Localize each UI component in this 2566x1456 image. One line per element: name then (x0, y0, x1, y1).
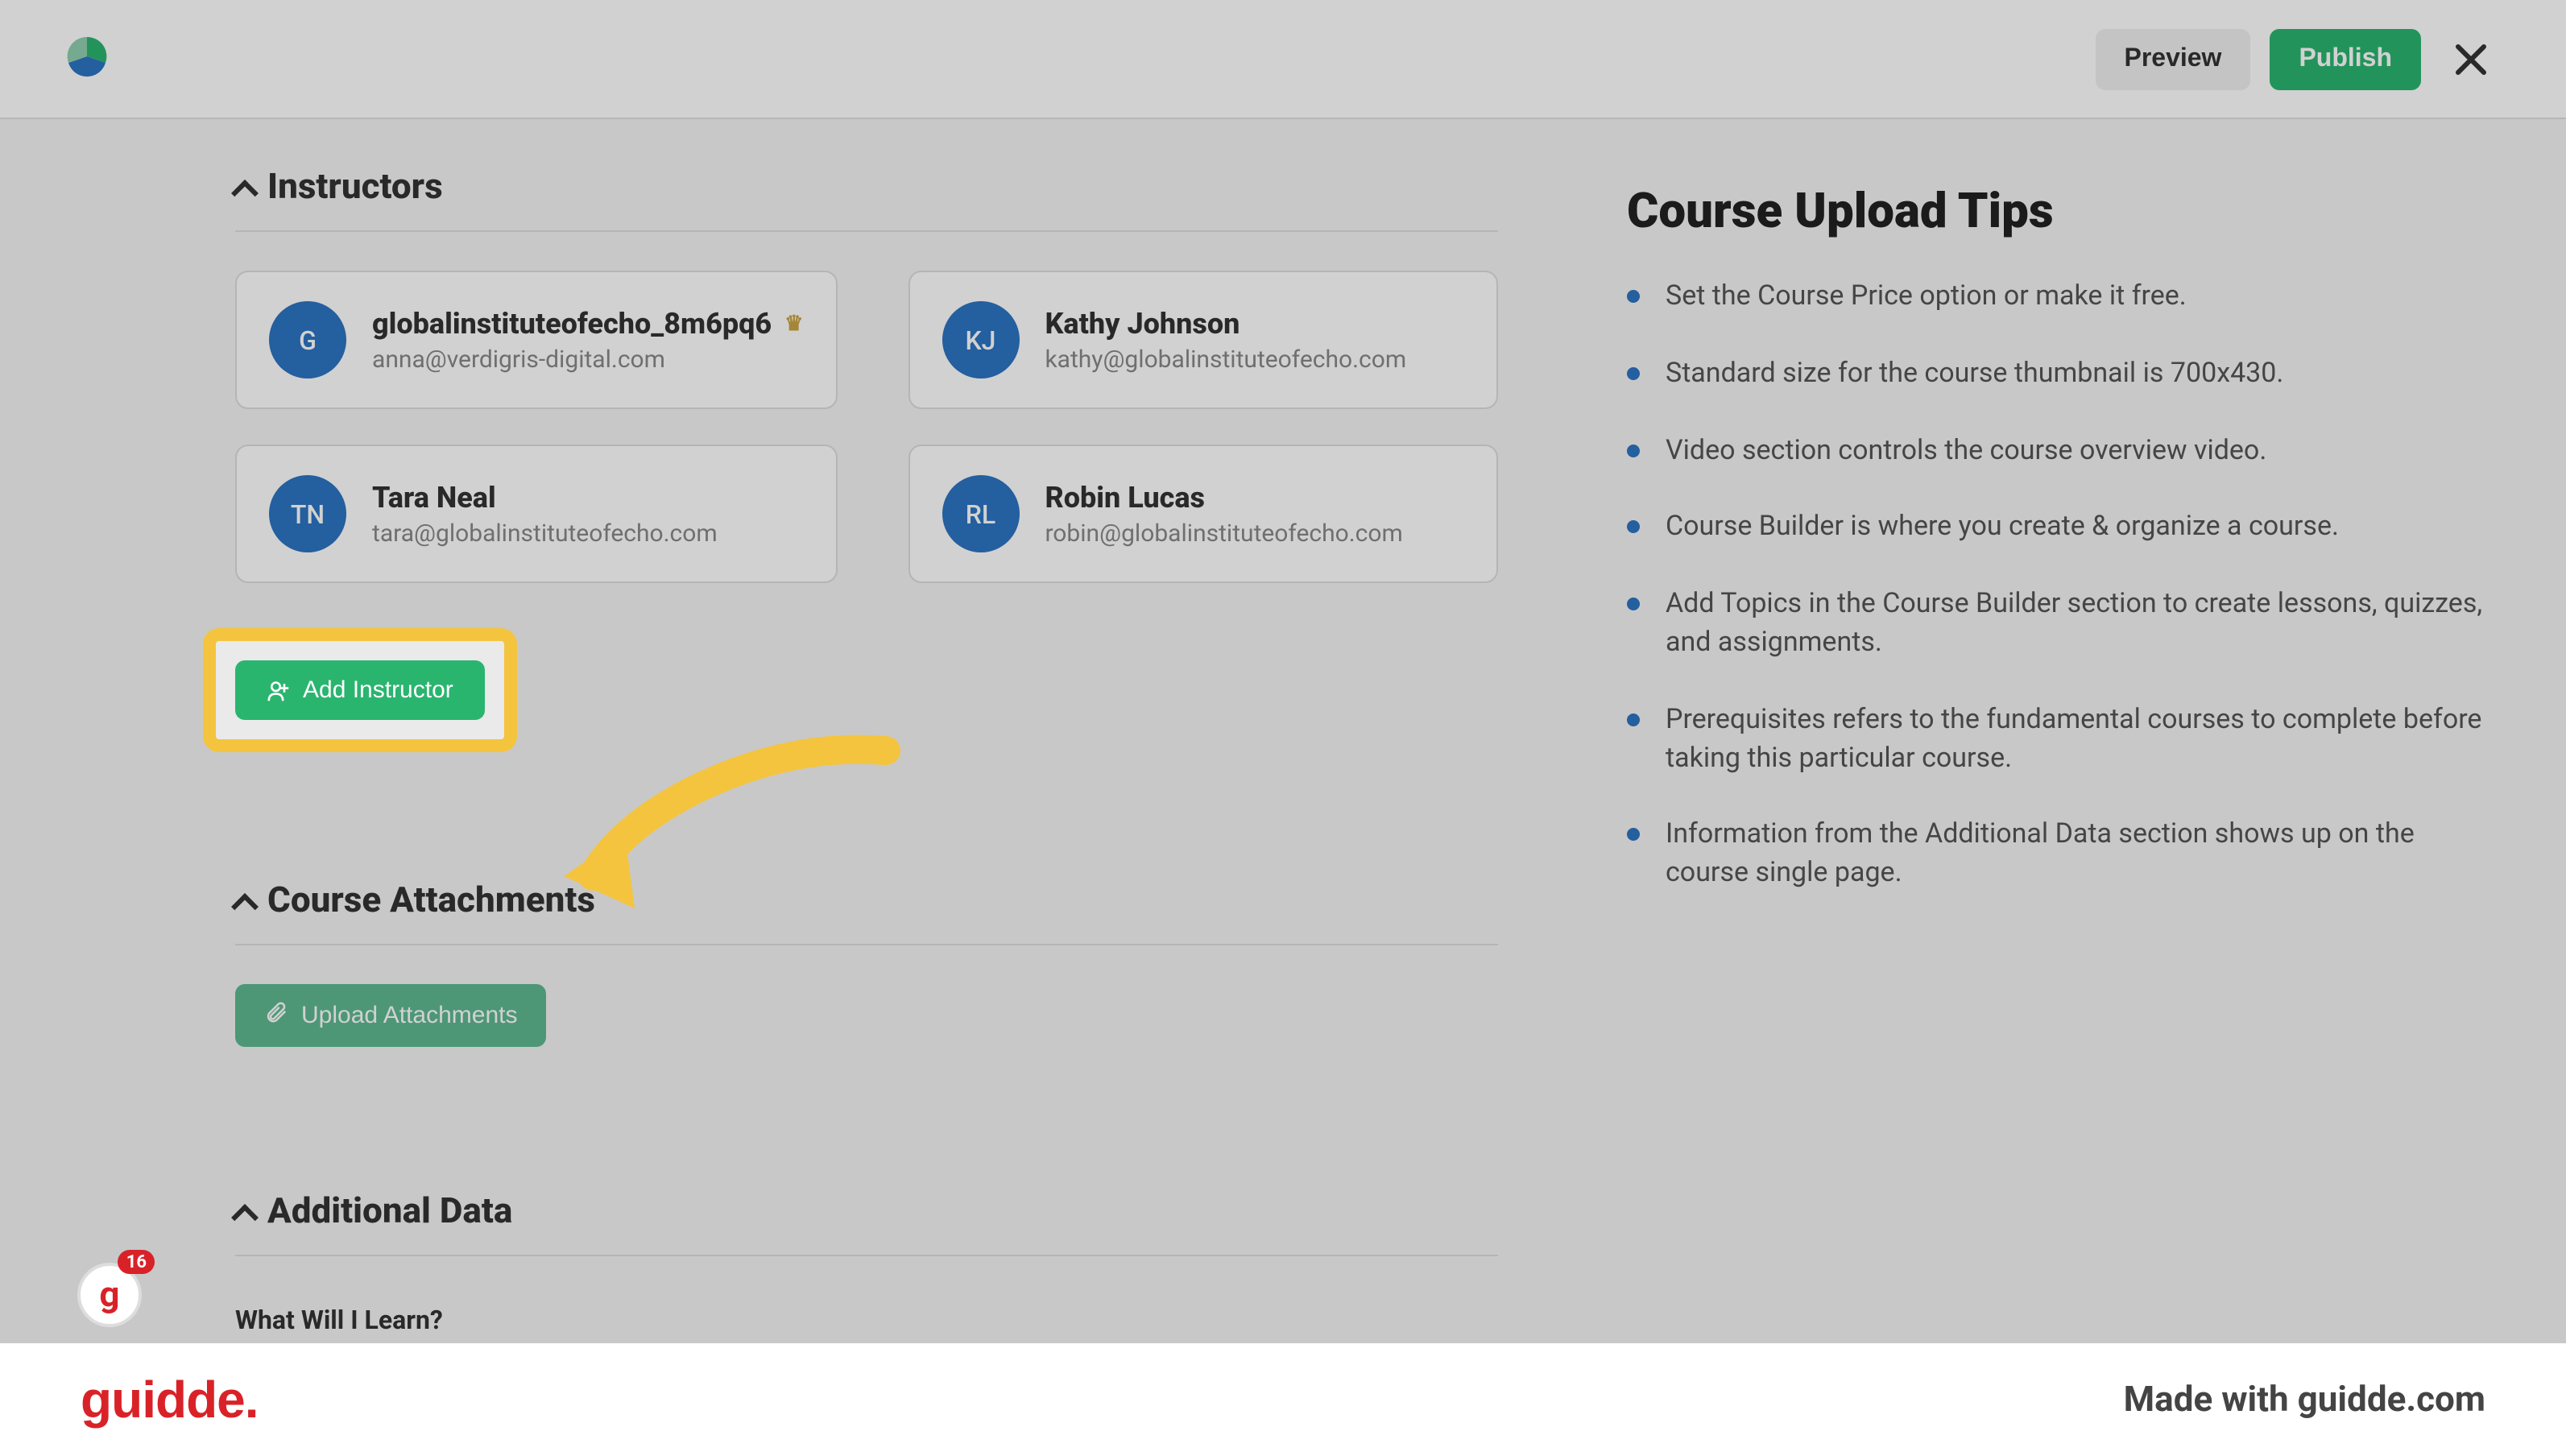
attachments-section-toggle[interactable]: Course Attachments (235, 881, 1498, 921)
add-user-icon (267, 679, 290, 701)
what-learn-label: What Will I Learn? (235, 1305, 1498, 1335)
tips-item: Standard size for the course thumbnail i… (1627, 356, 2502, 395)
instructor-name: Kathy Johnson (1045, 307, 1464, 341)
chevron-up-icon (231, 892, 259, 920)
instructor-card[interactable]: KJ Kathy Johnson kathy@globalinstituteof… (908, 271, 1498, 409)
instructors-section-toggle[interactable]: Instructors (235, 168, 1498, 208)
guidde-logo: guidde. (81, 1370, 259, 1429)
tips-title: Course Upload Tips (1627, 184, 2502, 240)
instructor-name: globalinstituteofecho_8m6pq6 ♛ (372, 307, 803, 341)
tips-item: Prerequisites refers to the fundamental … (1627, 702, 2502, 779)
divider (235, 944, 1498, 945)
preview-button[interactable]: Preview (2095, 28, 2250, 89)
divider (235, 1255, 1498, 1256)
badge-count: 16 (118, 1250, 155, 1274)
instructor-name: Tara Neal (372, 481, 803, 515)
tips-item: Video section controls the course overvi… (1627, 432, 2502, 471)
tips-item: Information from the Additional Data sec… (1627, 817, 2502, 894)
add-instructor-button[interactable]: Add Instructor (235, 660, 486, 720)
tips-item: Course Builder is where you create & org… (1627, 510, 2502, 548)
instructor-email: kathy@globalinstituteofecho.com (1045, 344, 1464, 373)
avatar: TN (269, 475, 346, 552)
tips-list: Set the Course Price option or make it f… (1627, 279, 2502, 894)
highlighted-callout: Add Instructor (203, 628, 518, 752)
paperclip-icon (264, 1000, 288, 1031)
main-area: Instructors G globalinstituteofecho_8m6p… (0, 119, 2566, 1453)
avatar: KJ (942, 301, 1019, 378)
instructor-card[interactable]: TN Tara Neal tara@globalinstituteofecho.… (235, 445, 837, 583)
close-icon (2453, 41, 2489, 77)
upload-attachments-button[interactable]: Upload Attachments (235, 984, 547, 1047)
made-with-text: Made with guidde.com (2124, 1379, 2485, 1420)
close-button[interactable] (2440, 33, 2502, 85)
header-bar: Preview Publish (0, 0, 2566, 119)
instructor-name: Robin Lucas (1045, 481, 1464, 515)
instructor-card[interactable]: G globalinstituteofecho_8m6pq6 ♛ anna@ve… (235, 271, 837, 409)
tips-sidebar: Course Upload Tips Set the Course Price … (1627, 168, 2502, 1453)
instructor-email: anna@verdigris-digital.com (372, 344, 803, 373)
app-logo (64, 33, 110, 85)
additional-title: Additional Data (267, 1192, 512, 1232)
instructors-title: Instructors (267, 168, 443, 208)
footer-bar: guidde. Made with guidde.com (0, 1343, 2566, 1456)
tips-item: Set the Course Price option or make it f… (1627, 279, 2502, 317)
crown-icon: ♛ (784, 312, 803, 336)
avatar: G (269, 301, 346, 378)
additional-section-toggle[interactable]: Additional Data (235, 1192, 1498, 1232)
instructor-card[interactable]: RL Robin Lucas robin@globalinstituteofec… (908, 445, 1498, 583)
instructor-email: tara@globalinstituteofecho.com (372, 518, 803, 547)
guidde-badge[interactable]: g 16 (77, 1263, 142, 1327)
tips-item: Add Topics in the Course Builder section… (1627, 586, 2502, 663)
divider (235, 230, 1498, 232)
instructors-grid: G globalinstituteofecho_8m6pq6 ♛ anna@ve… (235, 271, 1498, 583)
chevron-up-icon (231, 1203, 259, 1231)
left-column: Instructors G globalinstituteofecho_8m6p… (0, 168, 1498, 1453)
publish-button[interactable]: Publish (2270, 28, 2421, 89)
instructor-email: robin@globalinstituteofecho.com (1045, 518, 1464, 547)
chevron-up-icon (231, 179, 259, 206)
add-instructor-label: Add Instructor (303, 676, 453, 704)
upload-attachments-label: Upload Attachments (301, 1002, 518, 1029)
attachments-title: Course Attachments (267, 881, 595, 921)
avatar: RL (942, 475, 1019, 552)
